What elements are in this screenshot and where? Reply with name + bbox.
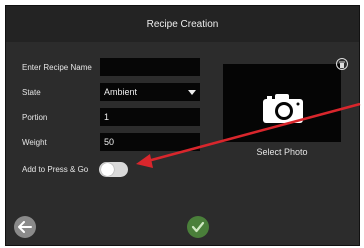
weight-input[interactable]: 50 <box>100 133 200 151</box>
checkmark-icon <box>191 221 205 233</box>
arrow-left-icon <box>18 221 32 233</box>
state-label: State <box>22 88 41 97</box>
back-button[interactable] <box>14 216 36 238</box>
page-title: Recipe Creation <box>146 18 219 30</box>
recipe-name-label: Enter Recipe Name <box>22 63 92 72</box>
toggle-knob <box>101 163 114 176</box>
select-photo-label: Select Photo <box>256 147 308 157</box>
portion-input[interactable]: 1 <box>100 108 200 126</box>
state-selected-value: Ambient <box>104 87 138 97</box>
confirm-button[interactable] <box>187 216 209 238</box>
trash-icon[interactable] <box>336 58 348 70</box>
recipe-name-input[interactable] <box>100 58 200 76</box>
press-go-label: Add to Press & Go <box>22 165 89 174</box>
chevron-down-icon <box>188 89 196 95</box>
press-go-toggle[interactable] <box>99 162 128 177</box>
title-bar: Recipe Creation <box>6 6 359 42</box>
portion-label: Portion <box>22 113 48 122</box>
state-dropdown[interactable]: Ambient <box>100 83 200 101</box>
recipe-creation-screen: Recipe Creation Enter Recipe Name State … <box>5 5 360 246</box>
camera-icon <box>263 94 303 123</box>
weight-label: Weight <box>22 138 47 147</box>
